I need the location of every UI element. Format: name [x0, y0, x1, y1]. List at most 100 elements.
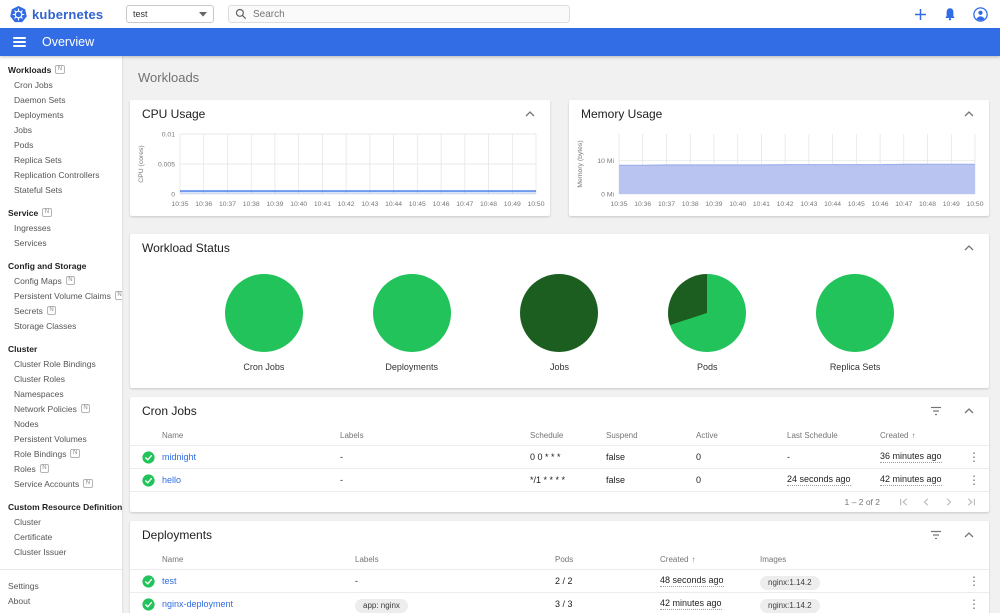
row-menu-button[interactable]: ⋮ — [968, 598, 980, 610]
sidebar-item-roles[interactable]: Roles N — [0, 461, 122, 476]
sidebar-item-persistent-volume-claims[interactable]: Persistent Volume Claims N — [0, 288, 122, 303]
sidebar-group-header-service[interactable]: Service N — [0, 205, 122, 220]
status-chart-pods: Pods — [668, 274, 747, 372]
collapse-cron-jobs-button[interactable] — [961, 406, 977, 416]
sidebar-item-label: Nodes — [14, 418, 39, 429]
column-header-images[interactable]: Images — [760, 555, 959, 564]
svg-text:10:35: 10:35 — [171, 201, 188, 208]
sidebar-item-pods[interactable]: Pods — [0, 137, 122, 152]
sidebar-item-cron-jobs[interactable]: Cron Jobs — [0, 77, 122, 92]
cron-job-row-hello: hello - */1 * * * * false 0 24 seconds ago 42 … — [130, 468, 989, 491]
sidebar-item-label: Replication Controllers — [14, 169, 100, 180]
sidebar-item-service-accounts[interactable]: Service Accounts N — [0, 476, 122, 491]
column-header-created[interactable]: Created ↑ — [880, 431, 959, 440]
sidebar-item-stateful-sets[interactable]: Stateful Sets — [0, 182, 122, 197]
status-ok-icon — [142, 450, 162, 464]
sidebar-item-services[interactable]: Services — [0, 235, 122, 250]
sidebar-item-role-bindings[interactable]: Role Bindings N — [0, 446, 122, 461]
namespaced-badge: N — [65, 276, 76, 285]
svg-text:10:41: 10:41 — [314, 201, 331, 208]
sidebar-item-namespaces[interactable]: Namespaces — [0, 386, 122, 401]
column-header-suspend[interactable]: Suspend — [606, 431, 696, 440]
column-header-schedule[interactable]: Schedule — [530, 431, 606, 440]
deployment-link-test[interactable]: test — [162, 576, 177, 586]
column-header-active[interactable]: Active — [696, 431, 787, 440]
sidebar-group-header-workloads[interactable]: Workloads N — [0, 62, 122, 77]
column-header-name[interactable]: Name — [162, 431, 340, 440]
search-box[interactable] — [228, 5, 570, 23]
column-header-created[interactable]: Created ↑ — [660, 555, 760, 564]
cron-job-link-midnight[interactable]: midnight — [162, 452, 196, 462]
sidebar-item-network-policies[interactable]: Network Policies N — [0, 401, 122, 416]
sidebar-group-header-custom-resource-definitions[interactable]: Custom Resource Definitions — [0, 499, 122, 514]
status-pie-pods — [668, 274, 747, 352]
column-header-pods[interactable]: Pods — [555, 555, 660, 564]
sidebar-group-header-cluster[interactable]: Cluster — [0, 341, 122, 356]
sidebar-item-config-maps[interactable]: Config Maps N — [0, 273, 122, 288]
column-header-name[interactable]: Name — [162, 555, 355, 564]
sidebar-item-daemon-sets[interactable]: Daemon Sets — [0, 92, 122, 107]
sidebar-item-nodes[interactable]: Nodes — [0, 416, 122, 431]
user-account-button[interactable] — [971, 5, 990, 24]
sidebar-item-persistent-volumes[interactable]: Persistent Volumes — [0, 431, 122, 446]
sidebar-item-label: Cron Jobs — [14, 79, 53, 90]
sidebar-group-header-config-and-storage[interactable]: Config and Storage — [0, 258, 122, 273]
sidebar-item-certificate[interactable]: Certificate — [0, 529, 122, 544]
status-ok-icon — [142, 597, 162, 611]
row-menu-button[interactable]: ⋮ — [968, 474, 980, 486]
sidebar-item-replica-sets[interactable]: Replica Sets — [0, 152, 122, 167]
status-chart-label: Pods — [697, 362, 718, 372]
previous-page-button[interactable] — [921, 497, 931, 507]
collapse-memory-card-button[interactable] — [961, 109, 977, 119]
cpu-usage-card-title: CPU Usage — [142, 107, 206, 121]
sidebar-item-replication-controllers[interactable]: Replication Controllers — [0, 167, 122, 182]
sidebar-item-jobs[interactable]: Jobs — [0, 122, 122, 137]
sidebar-item-storage-classes[interactable]: Storage Classes — [0, 318, 122, 333]
first-page-button[interactable] — [898, 497, 908, 507]
kubernetes-brand[interactable]: kubernetes — [10, 5, 112, 23]
sidebar-item-label: Services — [14, 237, 47, 248]
cron-job-link-hello[interactable]: hello — [162, 475, 181, 485]
deployment-link-nginx-deployment[interactable]: nginx-deployment — [162, 599, 233, 609]
row-menu-button[interactable]: ⋮ — [968, 575, 980, 587]
sidebar-item-deployments[interactable]: Deployments — [0, 107, 122, 122]
collapse-deployments-button[interactable] — [961, 530, 977, 540]
last-page-button[interactable] — [967, 497, 977, 507]
sidebar-item-settings[interactable]: Settings — [0, 578, 122, 593]
page-title: Workloads — [138, 70, 200, 85]
column-header-last-schedule[interactable]: Last Schedule — [787, 431, 880, 440]
create-resource-button[interactable] — [912, 6, 929, 23]
sidebar-item-cluster-issuer[interactable]: Cluster Issuer — [0, 544, 122, 559]
search-icon — [235, 8, 247, 20]
sidebar-item-ingresses[interactable]: Ingresses — [0, 220, 122, 235]
sidebar-item-cluster[interactable]: Cluster — [0, 514, 122, 529]
svg-text:10:43: 10:43 — [800, 201, 817, 208]
svg-text:10:43: 10:43 — [361, 201, 378, 208]
image-chip: nginx:1.14.2 — [760, 598, 820, 613]
svg-text:10:44: 10:44 — [385, 201, 402, 208]
namespace-select[interactable]: test — [126, 5, 214, 23]
column-header-labels[interactable]: Labels — [355, 555, 555, 564]
collapse-cpu-card-button[interactable] — [522, 109, 538, 119]
column-header-labels[interactable]: Labels — [340, 431, 530, 440]
collapse-status-card-button[interactable] — [961, 243, 977, 253]
namespaced-badge: N — [39, 464, 50, 473]
row-menu-button[interactable]: ⋮ — [968, 451, 980, 463]
menu-button[interactable] — [9, 33, 30, 51]
last-page-icon — [967, 498, 976, 506]
namespaced-badge: N — [114, 291, 122, 300]
notifications-button[interactable] — [941, 5, 959, 23]
sidebar-item-cluster-role-bindings[interactable]: Cluster Role Bindings — [0, 356, 122, 371]
svg-text:10:38: 10:38 — [243, 201, 260, 208]
table-cell: false — [606, 475, 626, 485]
kubernetes-logo-icon — [10, 5, 27, 23]
deployments-filter-button[interactable] — [927, 528, 945, 542]
sidebar-item-about[interactable]: About — [0, 593, 122, 608]
next-page-button[interactable] — [944, 497, 954, 507]
cron-jobs-filter-button[interactable] — [927, 404, 945, 418]
search-input[interactable] — [253, 8, 563, 20]
sidebar-item-cluster-roles[interactable]: Cluster Roles — [0, 371, 122, 386]
sidebar-item-secrets[interactable]: Secrets N — [0, 303, 122, 318]
svg-text:0.01: 0.01 — [162, 131, 175, 138]
table-header-row: Name Labels Pods Created ↑ Images — [130, 549, 989, 569]
